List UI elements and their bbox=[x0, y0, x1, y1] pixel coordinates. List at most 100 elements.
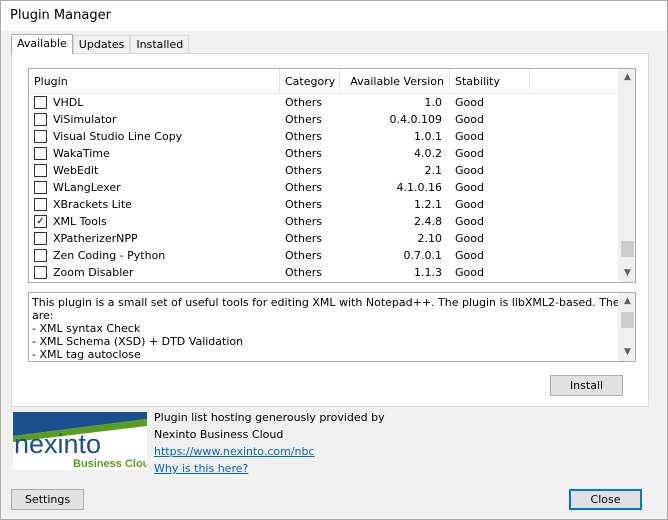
description-line: are: bbox=[32, 309, 54, 322]
plugin-name: WebEdit bbox=[53, 164, 99, 177]
table-row[interactable]: XPatherizerNPP Others 2.10 Good bbox=[29, 230, 619, 247]
why-is-this-here-link[interactable]: Why is this here? bbox=[154, 460, 385, 477]
description-line: This plugin is a small set of useful too… bbox=[32, 296, 635, 309]
plugin-version: 1.1.3 bbox=[414, 266, 442, 279]
plugin-name-cell: WLangLexer bbox=[29, 181, 280, 194]
table-row[interactable]: XBrackets Lite Others 1.2.1 Good bbox=[29, 196, 619, 213]
hosting-info: Plugin list hosting generously provided … bbox=[154, 409, 385, 477]
plugin-checkbox[interactable] bbox=[34, 232, 47, 245]
plugin-checkbox[interactable] bbox=[34, 164, 47, 177]
title-bar: Plugin Manager bbox=[1, 1, 667, 31]
table-row[interactable]: ✓ XML Tools Others 2.4.8 Good bbox=[29, 213, 619, 230]
description-scrollbar[interactable]: ▲ ▼ bbox=[618, 293, 635, 361]
nexinto-logo[interactable]: nexinto Business Cloud bbox=[13, 412, 147, 470]
plugin-stability: Good bbox=[455, 181, 484, 194]
plugin-checkbox[interactable] bbox=[34, 198, 47, 211]
column-header-category[interactable]: Category bbox=[280, 69, 340, 93]
plugin-name-cell: WakaTime bbox=[29, 147, 280, 160]
plugin-stability: Good bbox=[455, 96, 484, 109]
nexinto-url-link[interactable]: https://www.nexinto.com/nbc bbox=[154, 443, 385, 460]
table-row[interactable]: WakaTime Others 4.0.2 Good bbox=[29, 145, 619, 162]
plugin-stability: Good bbox=[455, 113, 484, 126]
description-line: - XML Schema (XSD) + DTD Validation bbox=[32, 335, 244, 348]
table-row[interactable]: ViSimulator Others 0.4.0.109 Good bbox=[29, 111, 619, 128]
plugin-checkbox[interactable] bbox=[34, 147, 47, 160]
logo-tagline-text: Business Cloud bbox=[73, 458, 147, 470]
plugin-stability: Good bbox=[455, 147, 484, 160]
table-row[interactable]: WebEdit Others 2.1 Good bbox=[29, 162, 619, 179]
plugin-category: Others bbox=[285, 215, 322, 228]
plugin-version: 0.7.0.1 bbox=[403, 249, 442, 262]
logo-brand-text: nexinto bbox=[14, 429, 101, 459]
plugin-version: 2.4.8 bbox=[414, 215, 442, 228]
plugin-list-scrollbar[interactable]: ▲ ▼ bbox=[618, 69, 635, 282]
plugin-category: Others bbox=[285, 266, 322, 279]
plugin-checkbox[interactable] bbox=[34, 130, 47, 143]
settings-button[interactable]: Settings bbox=[11, 489, 84, 510]
plugin-category: Others bbox=[285, 96, 322, 109]
plugin-checkbox[interactable] bbox=[34, 266, 47, 279]
scroll-up-arrow-icon[interactable]: ▲ bbox=[619, 293, 635, 310]
scroll-up-arrow-icon[interactable]: ▲ bbox=[619, 69, 635, 86]
plugin-description-box[interactable]: This plugin is a small set of useful too… bbox=[28, 292, 636, 362]
hosting-line-2: Nexinto Business Cloud bbox=[154, 428, 284, 441]
close-button[interactable]: Close bbox=[569, 489, 642, 510]
plugin-name: WLangLexer bbox=[53, 181, 121, 194]
scroll-down-arrow-icon[interactable]: ▼ bbox=[619, 344, 635, 361]
plugin-stability: Good bbox=[455, 215, 484, 228]
nexinto-logo-graphic: nexinto Business Cloud bbox=[13, 412, 147, 470]
plugin-stability: Good bbox=[455, 130, 484, 143]
plugin-name: WakaTime bbox=[53, 147, 110, 160]
plugin-category: Others bbox=[285, 130, 322, 143]
tab-updates[interactable]: Updates bbox=[72, 35, 131, 54]
plugin-name-cell: XPatherizerNPP bbox=[29, 232, 280, 245]
plugin-name: XPatherizerNPP bbox=[53, 232, 138, 245]
column-header-plugin[interactable]: Plugin bbox=[29, 69, 280, 93]
tab-available[interactable]: Available bbox=[11, 34, 73, 54]
plugin-checkbox[interactable] bbox=[34, 181, 47, 194]
plugin-checkbox[interactable] bbox=[34, 96, 47, 109]
plugin-checkbox[interactable] bbox=[34, 113, 47, 126]
table-row[interactable]: Zen Coding - Python Others 0.7.0.1 Good bbox=[29, 247, 619, 264]
plugin-version: 1.0 bbox=[424, 96, 443, 109]
table-row[interactable]: WLangLexer Others 4.1.0.16 Good bbox=[29, 179, 619, 196]
plugin-version: 4.1.0.16 bbox=[396, 181, 442, 194]
plugin-name: ViSimulator bbox=[53, 113, 117, 126]
table-row[interactable]: VHDL Others 1.0 Good bbox=[29, 94, 619, 111]
plugin-checkbox[interactable] bbox=[34, 249, 47, 262]
plugin-name: Visual Studio Line Copy bbox=[53, 130, 183, 143]
plugin-list-header: Plugin Category Available Version Stabil… bbox=[29, 69, 619, 94]
plugin-name: Zen Coding - Python bbox=[53, 249, 166, 262]
table-row[interactable]: Zoom Disabler Others 1.1.3 Good bbox=[29, 264, 619, 281]
table-row[interactable]: Visual Studio Line Copy Others 1.0.1 Good bbox=[29, 128, 619, 145]
install-button[interactable]: Install bbox=[550, 375, 623, 396]
description-scroll-thumb[interactable] bbox=[621, 312, 634, 328]
plugin-version: 1.2.1 bbox=[414, 198, 442, 211]
plugin-stability: Good bbox=[455, 249, 484, 262]
plugin-version: 0.4.0.109 bbox=[389, 113, 442, 126]
column-header-stability[interactable]: Stability bbox=[450, 69, 530, 93]
plugin-category: Others bbox=[285, 147, 322, 160]
plugin-category: Others bbox=[285, 232, 322, 245]
plugin-name-cell: XBrackets Lite bbox=[29, 198, 280, 211]
plugin-name-cell: VHDL bbox=[29, 96, 280, 109]
plugin-description-text: This plugin is a small set of useful too… bbox=[32, 296, 635, 361]
plugin-stability: Good bbox=[455, 266, 484, 279]
plugin-name-cell: ViSimulator bbox=[29, 113, 280, 126]
plugin-name: XML Tools bbox=[53, 215, 107, 228]
tab-installed[interactable]: Installed bbox=[130, 35, 190, 54]
plugin-list[interactable]: Plugin Category Available Version Stabil… bbox=[28, 68, 636, 283]
column-header-version[interactable]: Available Version bbox=[340, 69, 450, 93]
plugin-category: Others bbox=[285, 249, 322, 262]
plugin-checkbox[interactable]: ✓ bbox=[34, 215, 47, 228]
description-line: - XML tag autoclose bbox=[32, 348, 141, 361]
plugin-manager-window: Plugin Manager Available Updates Install… bbox=[0, 0, 668, 520]
hosting-line-1: Plugin list hosting generously provided … bbox=[154, 411, 385, 424]
scroll-thumb[interactable] bbox=[621, 240, 634, 257]
plugin-stability: Good bbox=[455, 232, 484, 245]
plugin-name-cell: Visual Studio Line Copy bbox=[29, 130, 280, 143]
scroll-down-arrow-icon[interactable]: ▼ bbox=[619, 265, 635, 282]
description-line: - XML syntax Check bbox=[32, 322, 141, 335]
window-title: Plugin Manager bbox=[10, 8, 111, 23]
plugin-version: 4.0.2 bbox=[414, 147, 442, 160]
